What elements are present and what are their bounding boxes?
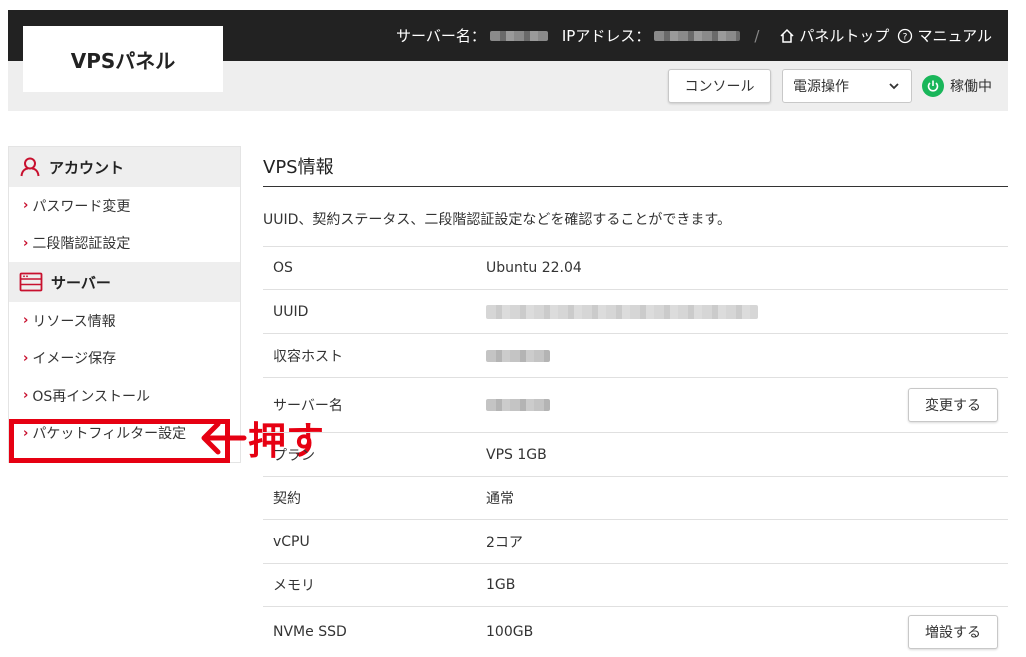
sidebar-item-label: 二段階認証設定 <box>32 236 131 253</box>
power-select-value: 電源操作 <box>793 79 849 95</box>
row-key: サーバー名 <box>273 398 343 414</box>
row-key: 契約 <box>273 491 301 507</box>
sidebar-item-label: イメージ保存 <box>32 351 117 368</box>
account-section-heading: アカウント <box>9 147 240 187</box>
table-row: サーバー名 変更する <box>263 377 1008 432</box>
sidebar-item-label: リソース情報 <box>32 313 116 330</box>
change-server-name-button[interactable]: 変更する <box>908 388 998 422</box>
header-info: サーバー名： IPアドレス： / パネルトップ ? マニュアル <box>396 10 992 61</box>
chevron-right-icon: › <box>23 388 29 404</box>
row-value: 通常 <box>486 491 514 507</box>
row-key: NVMe SSD <box>273 624 347 640</box>
logo[interactable]: VPSパネル <box>23 26 223 92</box>
arrow-left-icon <box>201 421 247 454</box>
ip-address-value-redacted <box>654 30 741 41</box>
account-heading-label: アカウント <box>49 158 125 177</box>
server-icon <box>19 272 43 292</box>
home-icon <box>780 28 794 43</box>
row-key: 収容ホスト <box>273 348 343 365</box>
server-name-value-redacted <box>486 399 550 411</box>
table-row: OS Ubuntu 22.04 <box>263 246 1008 289</box>
annotation-highlight-box <box>9 419 230 463</box>
sidebar-item-two-factor-auth[interactable]: › 二段階認証設定 <box>9 225 240 263</box>
table-row: プラン VPS 1GB <box>263 432 1008 476</box>
server-name-value-redacted <box>489 30 548 41</box>
sidebar-item-password-change[interactable]: › パスワード変更 <box>9 187 240 225</box>
user-icon <box>20 157 40 177</box>
chevron-right-icon: › <box>23 198 29 214</box>
help-icon: ? <box>898 28 913 43</box>
table-row: vCPU 2コア <box>263 519 1008 563</box>
host-value-redacted <box>486 349 550 362</box>
manual-link[interactable]: ? マニュアル <box>897 25 992 46</box>
table-row: UUID <box>263 289 1008 333</box>
row-key: UUID <box>273 303 309 320</box>
table-row: メモリ 1GB <box>263 563 1008 606</box>
server-heading-label: サーバー <box>51 273 111 292</box>
panel-top-link[interactable]: パネルトップ <box>779 25 889 46</box>
sidebar-item-resource-info[interactable]: › リソース情報 <box>9 302 240 340</box>
chevron-down-icon <box>889 83 899 90</box>
table-row: 収容ホスト <box>263 333 1008 377</box>
panel-top-label: パネルトップ <box>799 27 890 45</box>
vps-info-table: OS Ubuntu 22.04 UUID 収容ホスト サーバー名 変更する プラ… <box>263 246 1008 657</box>
row-key: プラン <box>273 447 315 464</box>
status-label: 稼働中 <box>950 79 992 95</box>
header-separator: / <box>754 26 760 45</box>
sidebar-item-label: パスワード変更 <box>32 198 131 215</box>
server-status: 稼働中 <box>922 75 992 97</box>
row-value: VPS 1GB <box>486 446 547 463</box>
server-section-heading: サーバー <box>9 262 240 302</box>
chevron-right-icon: › <box>23 350 29 366</box>
uuid-value-redacted <box>486 304 758 319</box>
add-storage-button[interactable]: 増設する <box>908 615 998 649</box>
row-value: 1GB <box>486 577 516 593</box>
table-row: 契約 通常 <box>263 476 1008 519</box>
svg-text:?: ? <box>903 32 908 42</box>
table-row: NVMe SSD 100GB 増設する <box>263 606 1008 657</box>
row-key: OS <box>273 260 293 276</box>
sidebar-item-image-save[interactable]: › イメージ保存 <box>9 340 240 378</box>
console-button[interactable]: コンソール <box>668 69 771 103</box>
row-key: vCPU <box>273 533 310 550</box>
power-operation-select[interactable]: 電源操作 <box>782 69 912 103</box>
row-value: 2コア <box>486 534 523 551</box>
server-name-label: サーバー名： <box>396 27 486 45</box>
chevron-right-icon: › <box>23 235 29 251</box>
manual-label: マニュアル <box>917 27 992 45</box>
row-value: Ubuntu 22.04 <box>486 260 582 276</box>
chevron-right-icon: › <box>23 313 29 329</box>
sidebar-item-os-reinstall[interactable]: › OS再インストール <box>9 377 240 415</box>
row-key: メモリ <box>273 578 315 594</box>
ip-address-label: IPアドレス： <box>561 27 651 45</box>
sidebar-item-label: OS再インストール <box>32 388 150 405</box>
power-icon <box>922 75 944 97</box>
page-title: VPS情報 <box>263 146 1008 187</box>
